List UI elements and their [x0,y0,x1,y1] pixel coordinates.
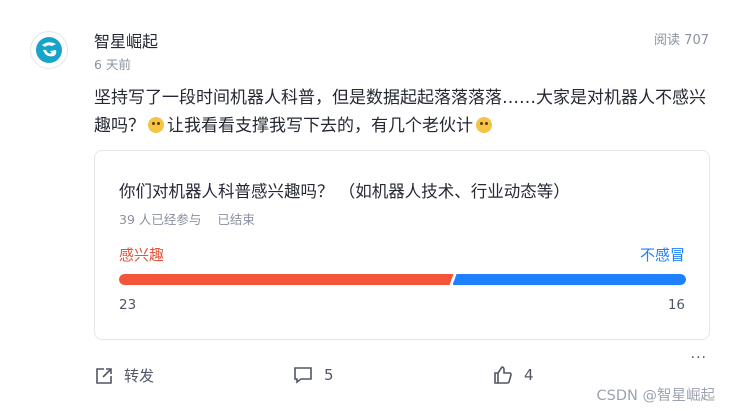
comment-count: 5 [324,366,334,384]
poll-bar-interested [119,274,454,285]
poll-count-interested: 23 [119,297,137,313]
crying-emoji-icon [148,117,164,133]
logo-icon [36,37,62,63]
share-button[interactable]: 转发 [94,365,154,386]
thumbs-up-icon [494,366,512,384]
poll-question: 你们对机器人科普感兴趣吗？ （如机器人技术、行业动态等） [119,182,570,201]
poll-bar-not-interested [452,274,686,285]
post-content: 坚持写了一段时间机器人科普，但是数据起起落落落落……大家是对机器人不感兴趣吗？让… [94,84,719,140]
csdn-watermark: CSDN @智星崛起 [596,388,715,404]
poll-status: 已结束 [217,212,255,227]
share-label: 转发 [124,367,155,385]
poll-count-not-interested: 16 [667,297,685,313]
poll-meta: 39 人已经参与 已结束 [119,209,267,228]
author-avatar[interactable] [30,31,68,69]
poll-participants: 39 人已经参与 [119,212,202,227]
post-time: 6 天前 [94,57,131,72]
like-button[interactable]: 4 [492,365,534,385]
author-name[interactable]: 智星崛起 [94,28,158,52]
like-count: 4 [524,366,534,384]
more-options-icon[interactable]: ··· [691,350,707,366]
post-text-part-2: 让我看看支撑我写下去的，有几个老伙计 [167,116,473,136]
poll-option-interested: 感兴趣 [119,246,165,264]
comment-icon [294,367,312,384]
poll-card: 你们对机器人科普感兴趣吗？ （如机器人技术、行业动态等） 39 人已经参与 已结… [94,150,710,340]
share-icon [96,367,112,384]
comment-button[interactable]: 5 [292,365,334,385]
view-count: 阅读 707 [654,33,709,48]
poll-option-not-interested: 不感冒 [639,246,685,264]
grimace-emoji-icon [476,117,492,133]
poll-result-bar [119,274,686,285]
